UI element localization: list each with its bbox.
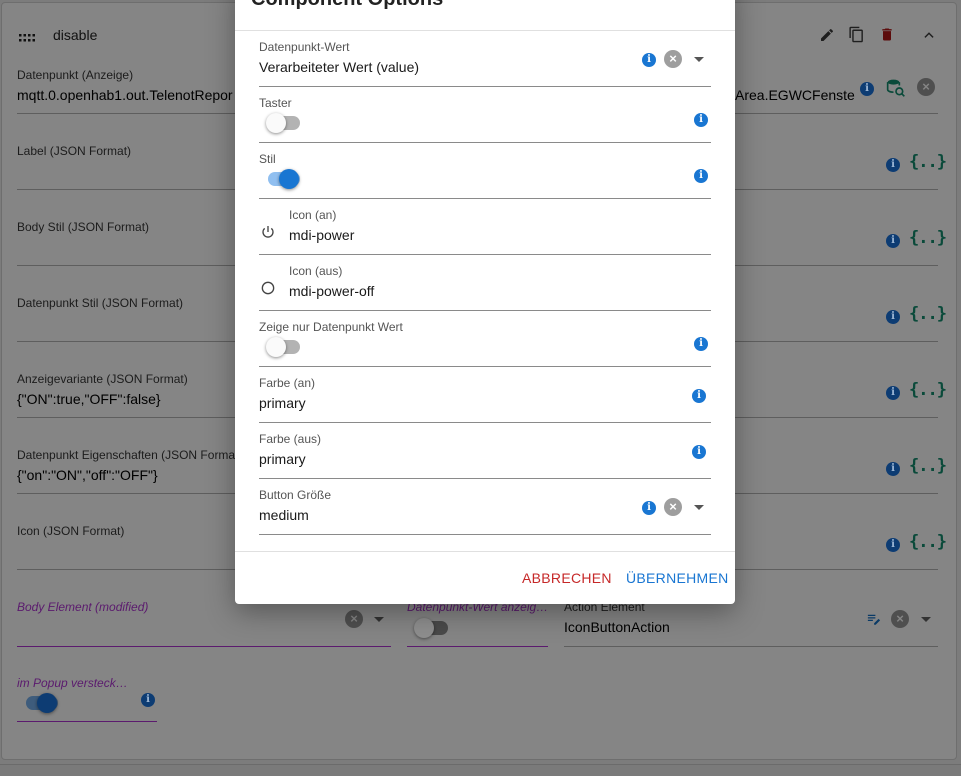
body-element-dropdown-icon[interactable] (374, 617, 384, 622)
datapoint-display-value-right[interactable]: Area.EGWCFenste (735, 87, 855, 103)
dialog-header-divider (235, 30, 735, 31)
body-element-clear-icon[interactable]: × (345, 610, 363, 628)
body-element-label: Body Element (modified) (17, 600, 149, 614)
action-element-dropdown-icon[interactable] (921, 617, 931, 622)
copy-icon[interactable] (848, 26, 865, 48)
field-underline (407, 646, 548, 647)
datapoint-props-json-info-icon[interactable]: i (886, 462, 900, 476)
datapoint-value-clear-icon[interactable]: × (664, 50, 682, 68)
field-underline (259, 310, 711, 311)
taster-info-icon[interactable]: i (694, 113, 708, 127)
button-size-label: Button Größe (259, 488, 332, 502)
datapoint-style-json-info-icon[interactable]: i (886, 310, 900, 324)
taster-label: Taster (259, 96, 292, 110)
component-options-dialog: Component Options Datenpunkt-Wert Verarb… (235, 0, 735, 604)
button-size-info-icon[interactable]: i (642, 501, 656, 515)
drag-handle-icon[interactable] (19, 30, 39, 42)
datapoint-value-dropdown-icon[interactable] (694, 57, 704, 62)
datapoint-display-value-left[interactable]: mqtt.0.openhab1.out.TelenotRepor (17, 87, 233, 103)
field-underline (259, 478, 711, 479)
delete-icon[interactable] (879, 26, 895, 48)
stil-label: Stil (259, 152, 276, 166)
collapse-icon[interactable] (921, 28, 937, 47)
stil-info-icon[interactable]: i (694, 169, 708, 183)
show-only-value-label: Zeige nur Datenpunkt Wert (259, 320, 403, 334)
icon-on-label: Icon (an) (289, 208, 337, 222)
toggle-thumb (266, 113, 286, 133)
icon-json-info-icon[interactable]: i (886, 538, 900, 552)
icon-json-edit-icon[interactable]: {..} (909, 532, 947, 552)
toggle-thumb (37, 693, 57, 713)
button-size-select[interactable]: medium (259, 507, 309, 523)
datapoint-props-json-edit-icon[interactable]: {..} (909, 456, 947, 476)
dialog-footer-divider (235, 551, 735, 552)
datapoint-value-label: Datenpunkt-Wert (259, 40, 350, 54)
edit-icon[interactable] (819, 27, 835, 48)
label-json-edit-icon[interactable]: {..} (909, 152, 947, 172)
show-only-value-info-icon[interactable]: i (694, 337, 708, 351)
next-card (0, 764, 961, 776)
body-style-json-info-icon[interactable]: i (886, 234, 900, 248)
color-off-label: Farbe (aus) (259, 432, 322, 446)
icon-off-label: Icon (aus) (289, 264, 343, 278)
field-underline (259, 142, 711, 143)
apply-button[interactable]: ÜBERNEHMEN (626, 570, 729, 586)
action-element-clear-icon[interactable]: × (891, 610, 909, 628)
card-title: disable (53, 27, 98, 43)
dialog-title: Component Options (251, 0, 443, 11)
field-underline (259, 86, 711, 87)
label-json-info-icon[interactable]: i (886, 158, 900, 172)
display-variant-json-edit-icon[interactable]: {..} (909, 380, 947, 400)
datapoint-clear-icon[interactable]: × (917, 78, 935, 96)
power-icon (260, 224, 276, 245)
field-underline (259, 366, 711, 367)
datapoint-search-icon[interactable] (886, 78, 906, 103)
icon-off-input[interactable]: mdi-power-off (289, 283, 374, 299)
color-on-label: Farbe (an) (259, 376, 316, 390)
toggle-thumb (279, 169, 299, 189)
label-json-label: Label (JSON Format) (17, 144, 132, 158)
datapoint-value-info-icon[interactable]: i (642, 53, 656, 67)
field-underline (259, 254, 711, 255)
icon-json-label: Icon (JSON Format) (17, 524, 125, 538)
body-style-json-edit-icon[interactable]: {..} (909, 228, 947, 248)
display-variant-json-label: Anzeigevariante (JSON Format) (17, 372, 188, 386)
color-on-input[interactable]: primary (259, 395, 306, 411)
datapoint-style-json-label: Datenpunkt Stil (JSON Format) (17, 296, 184, 310)
datapoint-display-info-icon[interactable]: i (860, 82, 874, 96)
icon-on-input[interactable]: mdi-power (289, 227, 354, 243)
action-element-value[interactable]: IconButtonAction (564, 619, 670, 635)
field-underline (564, 646, 938, 647)
datapoint-props-json-value[interactable]: {"on":"ON","off":"OFF"} (17, 467, 158, 483)
field-underline (17, 646, 391, 647)
field-underline (259, 422, 711, 423)
datapoint-props-json-label: Datenpunkt Eigenschaften (JSON Forma (17, 448, 236, 462)
power-off-icon (260, 280, 276, 301)
toggle-thumb (414, 618, 434, 638)
datapoint-value-select[interactable]: Verarbeiteter Wert (value) (259, 59, 419, 75)
color-off-info-icon[interactable]: i (692, 445, 706, 459)
popup-hidden-info-icon[interactable]: i (141, 693, 155, 707)
display-variant-json-value[interactable]: {"ON":true,"OFF":false} (17, 391, 161, 407)
field-underline (259, 198, 711, 199)
field-underline (259, 534, 711, 535)
datapoint-style-json-edit-icon[interactable]: {..} (909, 304, 947, 324)
toggle-thumb (266, 337, 286, 357)
color-off-input[interactable]: primary (259, 451, 306, 467)
button-size-dropdown-icon[interactable] (694, 505, 704, 510)
datapoint-display-label: Datenpunkt (Anzeige) (17, 68, 134, 82)
popup-hidden-label: im Popup versteck… (17, 676, 128, 690)
body-style-json-label: Body Stil (JSON Format) (17, 220, 150, 234)
color-on-info-icon[interactable]: i (692, 389, 706, 403)
button-size-clear-icon[interactable]: × (664, 498, 682, 516)
cancel-button[interactable]: ABBRECHEN (522, 570, 612, 586)
field-underline (17, 721, 157, 722)
edit-list-icon[interactable] (865, 611, 882, 631)
display-variant-json-info-icon[interactable]: i (886, 386, 900, 400)
